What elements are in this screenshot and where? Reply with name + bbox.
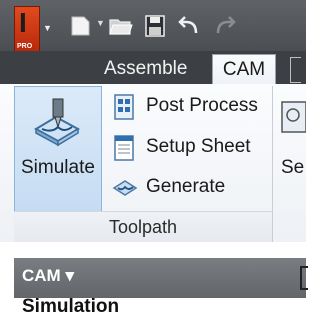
undo-icon[interactable] xyxy=(176,14,202,38)
ribbon-gap xyxy=(0,242,306,258)
open-folder-icon[interactable] xyxy=(108,14,134,38)
tab-overflow-edge xyxy=(290,57,301,83)
post-process-label: Post Process xyxy=(146,95,258,116)
simulate-icon xyxy=(33,98,81,147)
chevron-down-icon[interactable]: ▼ xyxy=(96,18,105,28)
setup-sheet-icon xyxy=(114,135,134,161)
app-logo-letter: I xyxy=(19,7,27,38)
toolpath-panel-title-bar: Toolpath xyxy=(14,211,272,243)
redo-icon[interactable] xyxy=(212,14,238,38)
app-logo-badge: PRO xyxy=(17,43,33,50)
generate-icon xyxy=(112,180,138,196)
ribbon-tab-strip: Assemble CAM xyxy=(0,51,306,85)
panel-title: Toolpath xyxy=(108,217,178,237)
generate-label: Generate xyxy=(146,176,226,197)
cam-browser-header[interactable]: CAM ▾ xyxy=(14,258,308,298)
setup-icon[interactable] xyxy=(280,100,306,134)
simulate-label: Simulate xyxy=(21,157,95,178)
setup-sheet-label: Setup Sheet xyxy=(146,136,251,157)
setup-partial-label[interactable]: Se xyxy=(281,157,304,179)
post-process-icon xyxy=(114,94,134,120)
application-menu-button[interactable]: I PRO xyxy=(14,6,40,52)
save-icon[interactable] xyxy=(144,14,166,38)
tab-assemble[interactable]: Assemble xyxy=(104,54,187,84)
simulate-button[interactable]: Simulate xyxy=(14,86,102,212)
new-file-icon[interactable] xyxy=(68,14,92,38)
panel-divider xyxy=(272,86,273,242)
browser-toolbar-edge xyxy=(300,266,308,290)
tab-cam[interactable]: CAM xyxy=(212,54,276,85)
simulation-node[interactable]: Simulation xyxy=(22,296,119,318)
quick-access-toolbar: I PRO ▼ ▼ xyxy=(0,0,306,52)
chevron-down-icon[interactable]: ▼ xyxy=(43,23,52,33)
cam-browser-title[interactable]: CAM ▾ xyxy=(22,266,74,286)
